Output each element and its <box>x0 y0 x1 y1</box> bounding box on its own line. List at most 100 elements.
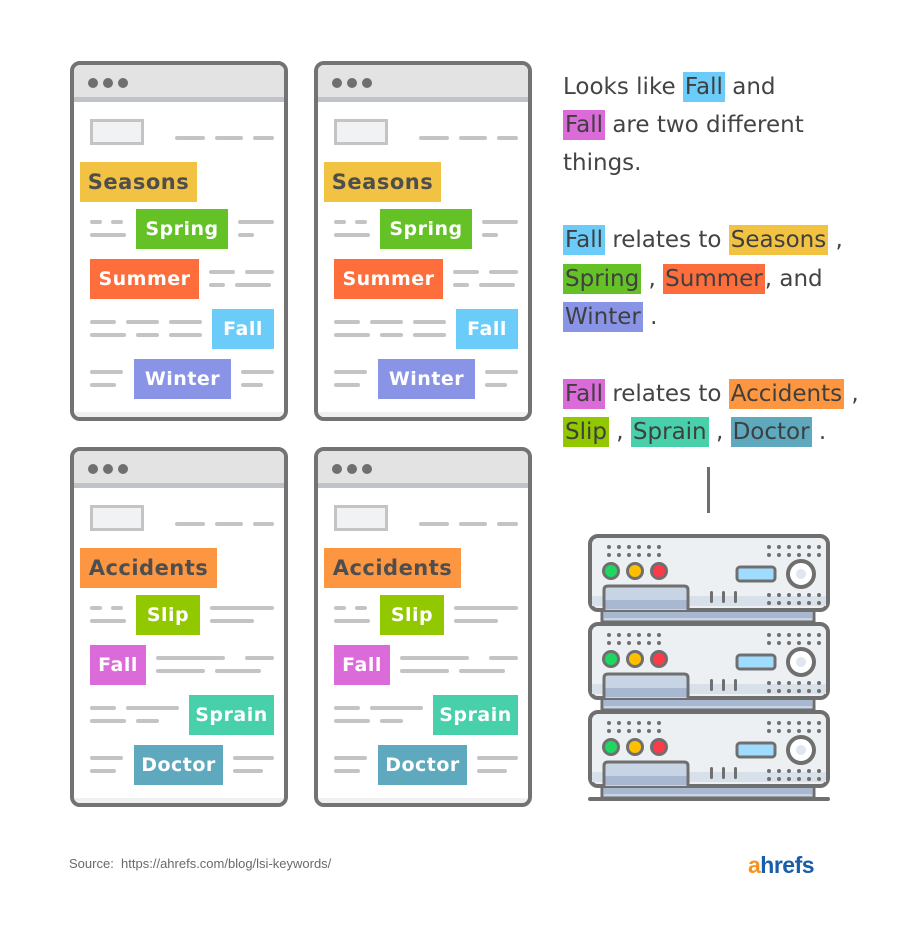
tag-slip: Slip <box>380 595 444 635</box>
text-placeholder-line <box>215 136 243 140</box>
text-placeholder-line <box>485 383 507 387</box>
text-placeholder-line <box>334 706 360 710</box>
highlight-accidents: Accidents <box>728 379 845 409</box>
source-link[interactable]: https://ahrefs.com/blog/lsi-keywords/ <box>121 856 331 871</box>
text-placeholder-line <box>334 320 360 324</box>
window-dot-icon <box>347 78 357 88</box>
tag-fall: Fall <box>212 309 274 349</box>
text-placeholder-line <box>454 606 518 610</box>
text-placeholder-line <box>215 669 261 673</box>
text-placeholder-line <box>497 136 518 140</box>
window-dot-icon <box>347 464 357 474</box>
text-placeholder-line <box>90 383 116 387</box>
text-placeholder-line <box>482 220 518 224</box>
rack-base <box>588 797 830 801</box>
window-dot-icon <box>103 464 113 474</box>
text-placeholder-line <box>334 719 370 723</box>
text-placeholder-line <box>497 522 518 526</box>
tag-seasons: Seasons <box>80 162 197 202</box>
text-placeholder-line <box>355 220 367 224</box>
text-placeholder-line <box>413 333 446 337</box>
text-placeholder-line <box>355 606 367 610</box>
highlight-fall-season: Fall <box>682 72 725 102</box>
image-placeholder <box>334 119 388 145</box>
tag-accidents: Accidents <box>80 548 217 588</box>
tag-sprain: Sprain <box>189 695 274 735</box>
browser-window-seasons-1: Seasons Spring Summer Fall Winter <box>70 61 288 421</box>
text-placeholder-line <box>90 719 126 723</box>
text-placeholder-line <box>459 669 505 673</box>
source-label: Source: <box>69 856 114 871</box>
text-placeholder-line <box>489 270 518 274</box>
browser-titlebar <box>318 451 528 488</box>
text-placeholder-line <box>90 220 102 224</box>
text-placeholder-line <box>419 522 449 526</box>
text-placeholder-line <box>453 270 479 274</box>
text-placeholder-line <box>209 270 235 274</box>
browser-footer <box>74 798 284 803</box>
image-placeholder <box>90 119 144 145</box>
server-rack-icon <box>588 534 830 801</box>
logo-letter-a: a <box>748 852 761 878</box>
text-placeholder-line <box>90 706 116 710</box>
window-dot-icon <box>362 78 372 88</box>
highlight-winter: Winter <box>563 302 643 332</box>
text-placeholder-line <box>169 320 202 324</box>
text-placeholder-line <box>477 756 518 760</box>
tag-fall: Fall <box>90 645 146 685</box>
text-placeholder-line <box>136 719 159 723</box>
text-placeholder-line <box>334 370 367 374</box>
note-intro-line-3: things. <box>563 150 642 176</box>
window-dot-icon <box>88 78 98 88</box>
text-placeholder-line <box>380 719 403 723</box>
highlight-doctor: Doctor <box>730 417 812 447</box>
window-dot-icon <box>118 464 128 474</box>
text-placeholder-line <box>479 283 515 287</box>
text-placeholder-line <box>482 233 498 237</box>
browser-footer <box>318 412 528 417</box>
browser-window-seasons-2: Seasons Spring Summer Fall Winter <box>314 61 532 421</box>
highlight-summer: Summer <box>663 264 765 294</box>
text-placeholder-line <box>90 320 116 324</box>
text-placeholder-line <box>253 522 274 526</box>
text-placeholder-line <box>485 370 518 374</box>
browser-titlebar <box>318 65 528 102</box>
text-placeholder-line <box>136 333 159 337</box>
image-placeholder <box>90 505 144 531</box>
note-intro-line-1: Looks like Fall and <box>563 68 776 106</box>
tag-doctor: Doctor <box>134 745 223 785</box>
text-placeholder-line <box>215 522 243 526</box>
note-text: , <box>648 266 656 292</box>
text-placeholder-line <box>459 136 487 140</box>
tag-spring: Spring <box>380 209 472 249</box>
text-placeholder-line <box>334 606 346 610</box>
text-placeholder-line <box>210 606 274 610</box>
text-placeholder-line <box>453 283 469 287</box>
note-text: , <box>715 419 724 445</box>
note-intro-line-2: Fall are two different <box>563 106 804 144</box>
text-placeholder-line <box>489 656 518 660</box>
text-placeholder-line <box>111 220 123 224</box>
text-placeholder-line <box>90 233 126 237</box>
text-placeholder-line <box>334 756 367 760</box>
note-accidents-line-2: Slip , Sprain , Doctor . <box>563 413 826 451</box>
tag-winter: Winter <box>134 359 231 399</box>
tag-doctor: Doctor <box>378 745 467 785</box>
text-placeholder-line <box>245 270 274 274</box>
text-placeholder-line <box>233 769 263 773</box>
note-seasons-line-3: Winter . <box>563 298 657 336</box>
tag-winter: Winter <box>378 359 475 399</box>
text-placeholder-line <box>454 619 498 623</box>
text-placeholder-line <box>209 283 225 287</box>
text-placeholder-line <box>156 656 225 660</box>
text-placeholder-line <box>126 320 159 324</box>
highlight-spring: Spring <box>563 264 642 294</box>
text-placeholder-line <box>334 233 370 237</box>
tag-fall: Fall <box>334 645 390 685</box>
text-placeholder-line <box>238 233 254 237</box>
text-placeholder-line <box>370 706 423 710</box>
highlight-sprain: Sprain <box>630 417 709 447</box>
text-placeholder-line <box>90 756 123 760</box>
text-placeholder-line <box>380 333 403 337</box>
text-placeholder-line <box>90 370 123 374</box>
